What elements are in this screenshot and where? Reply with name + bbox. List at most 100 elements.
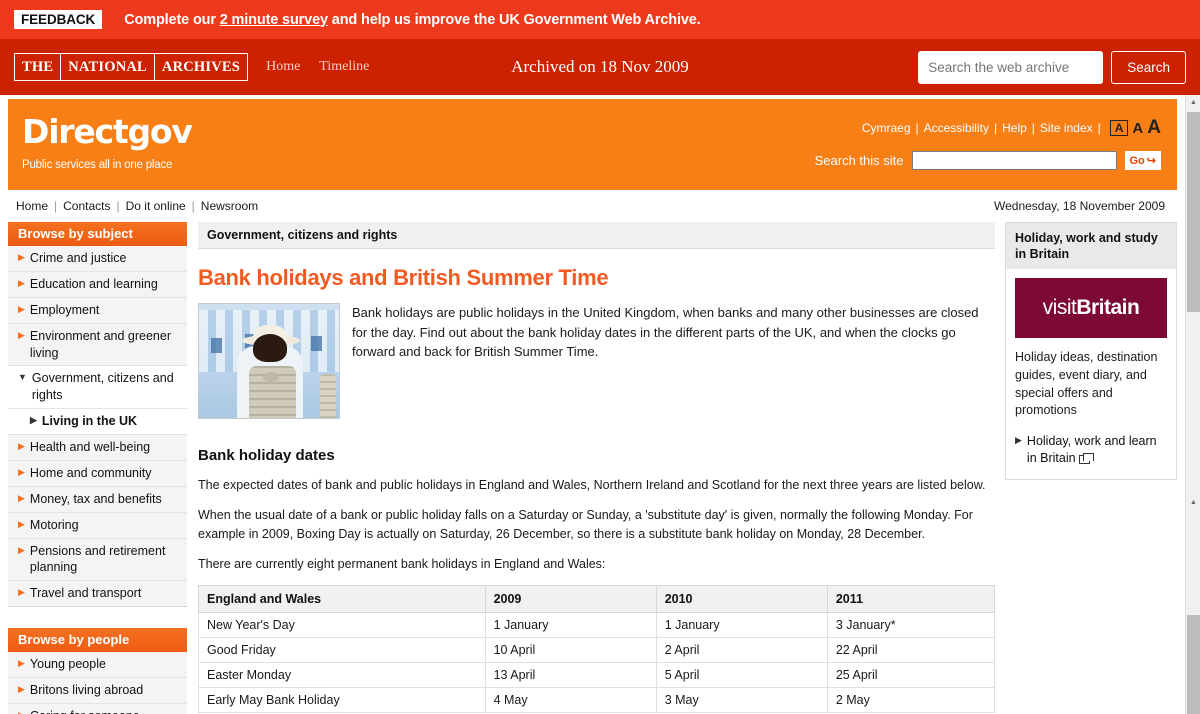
sidebar-item-living-in-the-uk[interactable]: ▶ Living in the UK <box>8 409 187 435</box>
sidebar-item-label: Motoring <box>29 517 79 532</box>
sidebar-item-label: Caring for someone <box>30 708 140 714</box>
archive-search-group: Search <box>918 50 1186 84</box>
browse-by-subject-heading: Browse by subject <box>8 222 187 246</box>
survey-link[interactable]: 2 minute survey <box>220 12 328 28</box>
chevron-right-icon: ▶ <box>18 303 25 314</box>
cell-holiday-name: Easter Monday <box>198 662 486 688</box>
sidebar-item-label: Education and learning <box>29 276 158 291</box>
sidebar-item-label: Environment and greener living <box>29 328 171 360</box>
archive-search-input[interactable] <box>918 50 1104 84</box>
visit-britain-logo-bold: Britain <box>1076 296 1140 319</box>
section-title-bank-holiday-dates: Bank holiday dates <box>198 447 335 464</box>
link-help[interactable]: Help <box>1002 121 1027 135</box>
page-scrollbar[interactable]: ▲ ▲ <box>1185 95 1200 714</box>
sidebar-item-label: Government, citizens and rights <box>31 371 174 403</box>
site-search-go-button[interactable]: Go ↪ <box>1124 151 1161 170</box>
sidebar-item-caring-for-someone[interactable]: ▶ Caring for someone <box>8 703 187 714</box>
link-separator: | <box>993 121 998 135</box>
sidebar-item-environment-and-greener-living[interactable]: ▶ Environment and greener living <box>8 323 187 367</box>
sidebar-item-motoring[interactable]: ▶ Motoring <box>8 512 187 539</box>
sidebar-item-britons-living-abroad[interactable]: ▶ Britons living abroad <box>8 678 187 704</box>
chevron-right-icon: ▶ <box>18 277 25 288</box>
breadcrumb: Government, citizens and rights <box>198 222 995 249</box>
sidebar-item-education-and-learning[interactable]: ▶ Education and learning <box>8 271 187 298</box>
paragraph-3: There are currently eight permanent bank… <box>198 556 606 571</box>
directgov-header: Directgov Public services all in one pla… <box>8 99 1177 190</box>
cell-date-2009: 1 January <box>484 612 657 638</box>
browse-by-people-heading: Browse by people <box>8 628 187 653</box>
archive-nav-home[interactable]: Home <box>266 59 300 75</box>
text-size-small-button[interactable]: A <box>1109 120 1129 136</box>
link-separator: | <box>1097 121 1101 135</box>
archive-search-button[interactable]: Search <box>1111 50 1186 84</box>
promo-box-visit-britain: Holiday, work and study in Britain visit… <box>1005 222 1177 480</box>
chevron-right-icon: ▶ <box>18 708 25 714</box>
sidebar-item-government-citizens-and-rights[interactable]: ▼ Government, citizens and rights <box>8 366 187 410</box>
link-separator: | <box>915 121 919 135</box>
current-date-label: Wednesday, 18 November 2009 <box>994 199 1165 213</box>
sidebar-item-label: Britons living abroad <box>29 683 144 697</box>
text-size-large-button[interactable]: A <box>1147 117 1161 139</box>
promo-external-link[interactable]: ▶ Holiday, work and learn in Britain <box>1015 433 1167 468</box>
util-nav-contacts[interactable]: Contacts <box>63 199 110 213</box>
sidebar-item-health-and-well-being[interactable]: ▶ Health and well-being <box>8 435 187 461</box>
directgov-logo[interactable]: Directgov Public services all in one pla… <box>22 115 193 171</box>
sidebar-item-young-people[interactable]: ▶ Young people <box>8 652 187 678</box>
sidebar-item-label: Crime and justice <box>29 251 127 265</box>
window-decoration <box>211 338 222 353</box>
sidebar-item-employment[interactable]: ▶ Employment <box>8 297 187 324</box>
page-title: Bank holidays and British Summer Time <box>198 265 609 290</box>
sidebar-item-money-tax-and-benefits[interactable]: ▶ Money, tax and benefits <box>8 486 187 513</box>
sidebar-item-label: Travel and transport <box>29 586 142 601</box>
util-nav-newsroom[interactable]: Newsroom <box>201 199 258 213</box>
side-object <box>320 374 336 418</box>
sidebar-item-home-and-community[interactable]: ▶ Home and community <box>8 460 187 487</box>
national-archives-logo[interactable]: THE NATIONAL ARCHIVES <box>14 53 249 81</box>
visit-britain-logo[interactable]: visit Britain <box>1015 278 1167 338</box>
archived-page: Directgov Public services all in one pla… <box>0 99 1185 714</box>
sidebar-item-pensions-and-retirement-planning[interactable]: ▶ Pensions and retirement planning <box>8 538 187 582</box>
sidebar-item-travel-and-transport[interactable]: ▶ Travel and transport <box>8 581 187 607</box>
table-header-row: England and Wales 2009 2010 2011 <box>198 585 996 613</box>
sidebar-item-label: Young people <box>29 657 106 672</box>
cell-date-2010: 1 January <box>655 612 828 638</box>
util-separator: | <box>116 199 120 213</box>
util-nav-home[interactable]: Home <box>16 199 48 213</box>
cell-date-2011: 2 May <box>826 687 996 713</box>
util-nav-do-it-online[interactable]: Do it online <box>126 199 186 213</box>
person-head <box>253 334 287 362</box>
column-header-2010: 2010 <box>655 585 828 613</box>
chevron-right-icon: ▶ <box>30 415 37 426</box>
logo-word-the: THE <box>15 54 62 80</box>
sidebar-item-crime-and-justice[interactable]: ▶ Crime and justice <box>8 246 187 272</box>
chevron-right-icon: ▶ <box>1015 435 1022 445</box>
archive-nav-timeline[interactable]: Timeline <box>319 59 369 75</box>
sidebar-item-label: Home and community <box>29 465 152 480</box>
chevron-right-icon: ▶ <box>18 252 25 262</box>
link-cymraeg[interactable]: Cymraeg <box>862 121 911 135</box>
feedback-badge: FEEDBACK <box>14 9 103 30</box>
scrollbar-thumb[interactable] <box>1187 112 1200 312</box>
scroll-down-arrow-icon[interactable]: ▲ <box>1186 495 1200 510</box>
window-decoration <box>311 336 322 351</box>
sidebar-item-label: Living in the UK <box>41 414 138 429</box>
site-search-input[interactable] <box>911 151 1117 170</box>
go-arrow-icon: ↪ <box>1146 155 1156 167</box>
scroll-up-arrow-icon[interactable]: ▲ <box>1186 95 1200 110</box>
chevron-down-icon: ▼ <box>18 372 27 383</box>
util-separator: | <box>191 199 195 213</box>
cell-date-2011: 3 January* <box>826 612 996 638</box>
chevron-right-icon: ▶ <box>18 658 25 669</box>
chevron-right-icon: ▶ <box>18 518 25 529</box>
paragraph-1: The expected dates of bank and public ho… <box>198 478 986 492</box>
text-size-medium-button[interactable]: A <box>1132 120 1143 137</box>
chevron-right-icon: ▶ <box>18 544 25 555</box>
link-accessibility[interactable]: Accessibility <box>924 121 989 135</box>
utility-nav: Home | Contacts | Do it online | Newsroo… <box>8 199 1177 222</box>
scrollbar-thumb-lower[interactable] <box>1187 615 1200 714</box>
bank-holidays-table: England and Wales 2009 2010 2011 New Yea… <box>198 585 996 713</box>
link-site-index[interactable]: Site index <box>1040 121 1093 135</box>
cell-holiday-name: Early May Bank Holiday <box>198 687 486 713</box>
link-separator: | <box>1031 121 1035 135</box>
